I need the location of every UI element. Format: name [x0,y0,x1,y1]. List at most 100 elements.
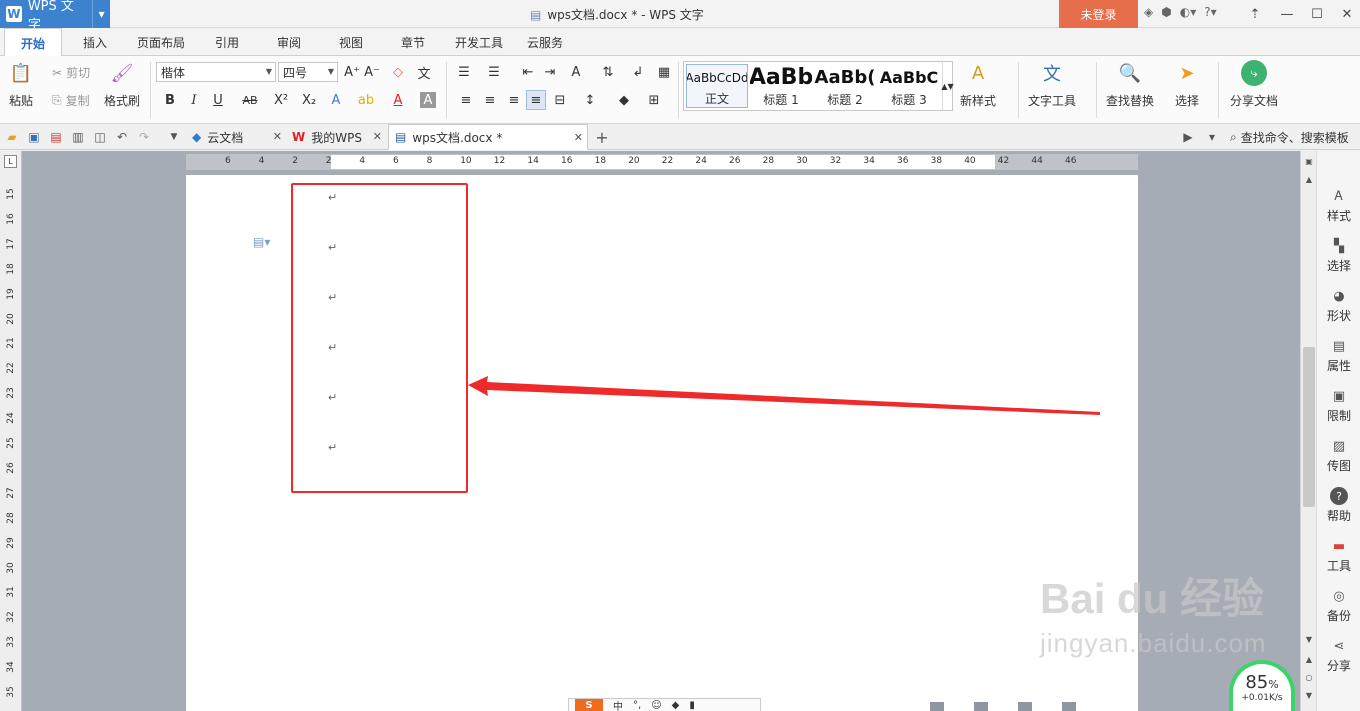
horizontal-ruler[interactable]: 6 4 2 2 4 6 8 10 12 14 16 18 20 22 24 26 28 30 32 34 36 38 40 4… [186,154,1138,170]
punctuation-icon[interactable]: °, [633,700,641,711]
find-replace-button[interactable]: 🔍 查找替换 [1106,60,1154,109]
login-button[interactable]: 未登录 [1059,0,1138,28]
view-icon[interactable] [974,702,988,711]
tab-review[interactable]: 审阅 [264,28,314,56]
save-icon[interactable]: ▣ [26,129,42,145]
tab-my-wps[interactable]: W 我的WPS ✕ [286,124,386,150]
text-effect-icon[interactable]: A [326,90,346,110]
tab-chapter[interactable]: 章节 [388,28,438,56]
text-tools-button[interactable]: 文 文字工具 [1028,60,1076,109]
sort-icon[interactable]: ⇅ [598,62,618,82]
show-marks-icon[interactable]: ↲ [628,62,648,82]
select-browse-icon[interactable]: ○ [1303,671,1315,683]
upload-icon[interactable]: ⇡ [1240,0,1270,28]
align-left-icon[interactable]: ≡ [456,90,476,110]
maximize-button[interactable]: ☐ [1302,0,1332,28]
paste-button[interactable]: 📋 粘贴 [8,60,34,109]
skin-icon[interactable]: ◈ [1144,5,1153,19]
undo-icon[interactable]: ↶ [114,129,130,145]
subscript-button[interactable]: X₂ [298,90,320,110]
scroll-down-icon[interactable]: ▼ [1303,633,1315,645]
table-icon[interactable]: ▦ [654,62,674,82]
numbered-list-icon[interactable]: ☰ [484,62,504,82]
sidebar-item-share[interactable]: ⋖ 分享 [1317,637,1360,674]
tab-stop-selector[interactable]: L [4,155,17,168]
select-button[interactable]: ➤ 选择 [1174,60,1200,109]
style-normal[interactable]: AaBbCcDd 正文 [686,64,748,108]
styles-scroll[interactable]: ▲▼ [941,62,954,110]
decrease-indent-icon[interactable]: ⇤ [518,62,538,82]
sidebar-item-restrict[interactable]: ▣ 限制 [1317,387,1360,424]
view-icon[interactable] [1062,702,1076,711]
tab-list-icon[interactable]: ▾ [1204,129,1220,145]
style-heading-2[interactable]: AaBb( 标题 2 [814,64,876,108]
share-doc-button[interactable]: ⤷ 分享文档 [1230,60,1278,109]
tab-view[interactable]: 视图 [326,28,376,56]
close-button[interactable]: ✕ [1332,0,1360,28]
clear-format-icon[interactable]: ◇ [388,62,408,82]
tab-developer[interactable]: 开发工具 [448,28,510,56]
open-folder-icon[interactable]: ▰ [4,129,20,145]
tab-home[interactable]: 开始 [4,28,62,57]
line-spacing-icon[interactable]: ↕ [580,90,600,110]
grow-font-icon[interactable]: A⁺ [342,62,362,82]
paragraph-layout-icon[interactable]: ▤▾ [253,235,270,249]
emoji-icon[interactable]: ☺ [651,700,661,711]
font-size-select[interactable]: 四号 ▼ [278,62,338,82]
export-pdf-icon[interactable]: ▤ [48,129,64,145]
command-search[interactable]: ⌕ 查找命令、搜索模板 [1230,129,1349,146]
new-style-button[interactable]: A 新样式 [960,60,996,109]
sidebar-item-backup[interactable]: ◎ 备份 [1317,587,1360,624]
app-menu-button[interactable]: W WPS 文字 ▼ [0,0,110,33]
close-icon[interactable]: ✕ [574,131,583,144]
sidebar-item-select[interactable]: ▚ 选择 [1317,237,1360,274]
sidebar-item-property[interactable]: ▤ 属性 [1317,337,1360,374]
char-shading-icon[interactable]: A [420,92,436,108]
screen-icon[interactable]: ▶ [1180,129,1196,145]
distribute-icon[interactable]: ⊟ [550,90,570,110]
copy-button[interactable]: ⎘ 复制 [52,92,90,109]
font-name-select[interactable]: 楷体 ▼ [156,62,276,82]
scroll-thumb[interactable] [1303,347,1315,507]
asian-layout-icon[interactable]: A [566,62,586,82]
settings-icon[interactable]: ◐▾ [1180,5,1197,19]
print-preview-icon[interactable]: ◫ [92,129,108,145]
align-center-icon[interactable]: ≡ [480,90,500,110]
vertical-scrollbar[interactable]: ▣ ▲ ▼ ▲ ○ ▼ [1300,151,1316,711]
sidebar-item-upload-image[interactable]: ▨ 传图 [1317,437,1360,474]
sidebar-item-shape[interactable]: ◕ 形状 [1317,287,1360,324]
minimize-button[interactable]: — [1272,0,1302,28]
tab-cloud-docs[interactable]: ◆ 云文档 ✕ [186,124,286,150]
new-tab-icon[interactable]: + [594,128,610,147]
print-icon[interactable]: ▥ [70,129,86,145]
view-icon[interactable] [930,702,944,711]
tab-wps-doc[interactable]: ▤ wps文档.docx * ✕ [388,124,588,150]
voice-icon[interactable]: ◆ [672,700,680,711]
style-heading-3[interactable]: AaBbC 标题 3 [878,64,940,108]
chevron-down-icon[interactable]: ▼ [92,0,110,28]
underline-button[interactable]: U [208,90,228,110]
font-color-icon[interactable]: A [388,90,408,110]
align-right-icon[interactable]: ≡ [504,90,524,110]
chinese-mode-icon[interactable]: 中 [613,698,623,711]
sidebar-item-toolbox[interactable]: ▬ 工具 [1317,537,1360,574]
strikethrough-button[interactable]: AB [238,90,262,110]
pinyin-icon[interactable]: 文 [414,62,434,82]
increase-indent-icon[interactable]: ⇥ [540,62,560,82]
tab-insert[interactable]: 插入 [70,28,120,56]
shading-icon[interactable]: ◆ [614,90,634,110]
ime-toolbar[interactable]: S 中 °, ☺ ◆ ▮ [568,698,761,711]
keyboard-icon[interactable]: ▮ [689,700,695,711]
italic-button[interactable]: I [184,90,204,110]
view-icon[interactable] [1018,702,1032,711]
superscript-button[interactable]: X² [270,90,292,110]
bullet-list-icon[interactable]: ☰ [454,62,474,82]
close-icon[interactable]: ✕ [373,130,382,143]
cut-button[interactable]: ✂ 剪切 [52,64,90,81]
lock-icon[interactable]: ⬢ [1161,5,1171,19]
tab-references[interactable]: 引用 [202,28,252,56]
format-painter-button[interactable]: 🖌 格式刷 [104,60,140,109]
scroll-up-icon[interactable]: ▲ [1303,173,1315,185]
close-icon[interactable]: ✕ [273,130,282,143]
next-page-icon[interactable]: ▼ [1303,689,1315,701]
